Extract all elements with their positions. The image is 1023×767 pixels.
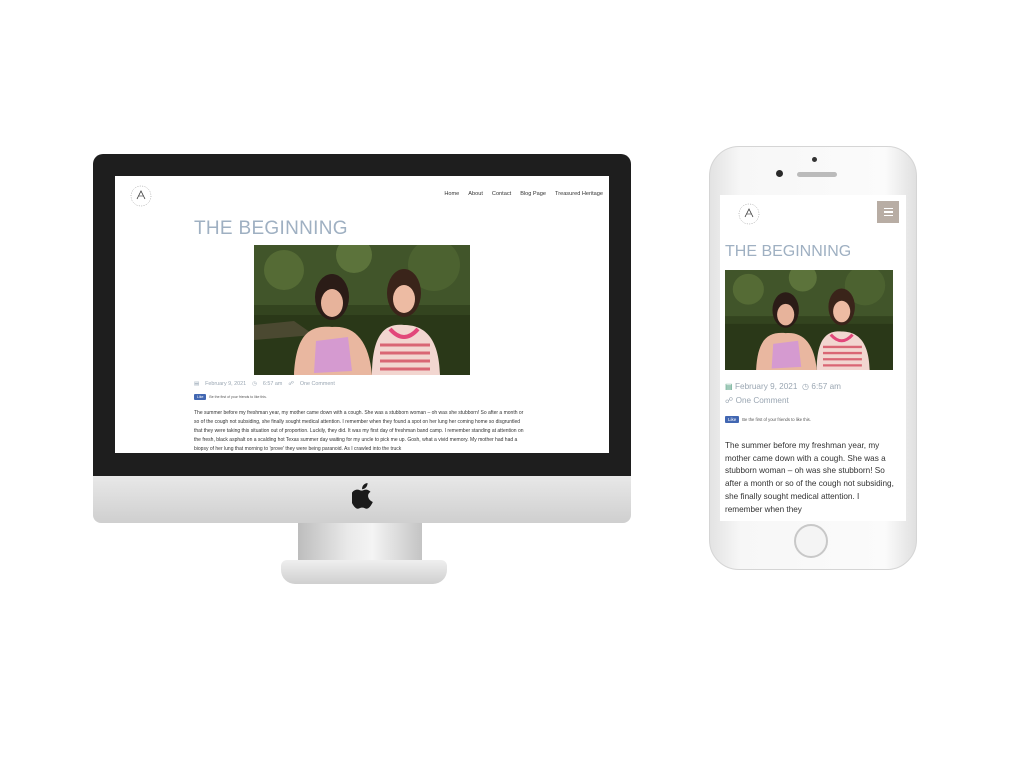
nav-home[interactable]: Home [444,191,459,197]
post-body: The summer before my freshman year, my m… [194,410,524,452]
site-logo[interactable] [127,182,155,210]
post-comments: ☍ One Comment [725,395,789,405]
post-body: The summer before my freshman year, my m… [725,441,894,514]
nav-about[interactable]: About [468,191,483,197]
facebook-like: Like Be the first of your friends to lik… [194,394,267,400]
fb-like-text: Be the first of your friends to like thi… [209,395,267,399]
phone-camera [776,170,783,177]
nav-blog-page[interactable]: Blog Page [520,191,546,197]
calendar-icon: ▤ [194,381,200,387]
post-date: February 9, 2021 [735,382,798,391]
post-date: February 9, 2021 [205,381,247,387]
post-meta: ▤ February 9, 2021 ◷ 6:57 am ☍ One Comme… [194,381,335,387]
phone-sensor [812,157,817,162]
mobile-screen: THE BEGINNING ▤ February 9, 2021 ◷ 6:57 … [720,195,906,521]
fb-like-text: Be the first of your friends to like thi… [742,417,811,422]
monitor-stand-neck [298,523,422,563]
fb-like-button[interactable]: Like [725,416,740,423]
comments-link[interactable]: One Comment [736,396,789,405]
featured-photo [725,270,893,370]
comment-icon: ☍ [288,381,294,387]
desktop-screen: Home About Contact Blog Page Treasured H… [115,176,609,453]
calendar-icon: ▤ [725,382,733,391]
clock-icon: ◷ [252,381,257,387]
post-time: 6:57 am [811,382,841,391]
post-meta: ▤ February 9, 2021 ◷ 6:57 am [725,381,841,391]
page-title: THE BEGINNING [194,218,348,239]
fb-like-button[interactable]: Like [194,394,207,400]
featured-photo [254,245,470,375]
page-title: THE BEGINNING [725,243,852,260]
phone-home-button[interactable] [794,524,828,558]
comment-icon: ☍ [725,396,734,405]
clock-icon: ◷ [801,382,810,391]
nav-contact[interactable]: Contact [492,191,511,197]
facebook-like: Like Be the first of your friends to lik… [725,416,811,423]
monitor-stand-base [281,560,447,584]
site-logo[interactable] [735,200,763,228]
phone-speaker [797,172,837,177]
nav-treasured-heritage[interactable]: Treasured Heritage [555,191,603,197]
comments-link[interactable]: One Comment [300,381,335,387]
post-time: 6:57 am [262,381,283,387]
apple-logo-icon [352,483,373,509]
main-nav: Home About Contact Blog Page Treasured H… [444,191,603,197]
hamburger-icon[interactable] [877,201,899,223]
